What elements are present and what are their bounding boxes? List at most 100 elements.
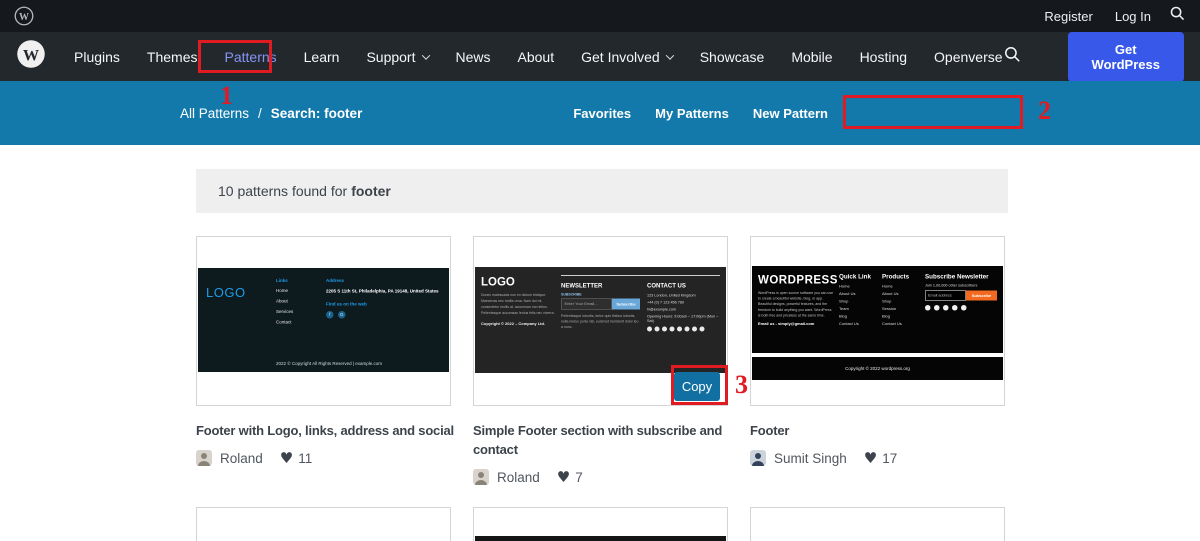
wordpress-logo-icon[interactable]: W <box>14 6 34 26</box>
preview-contact-line: 123 London, United Kingdom <box>647 293 720 298</box>
preview-contact-heading: CONTACT US <box>647 282 720 289</box>
copy-button[interactable]: Copy <box>674 372 720 401</box>
youtube-icon <box>677 327 682 332</box>
nav-item-get-involved[interactable]: Get Involved <box>581 49 673 65</box>
breadcrumb-separator: / <box>258 106 262 121</box>
preview-email-input: Email address <box>925 291 966 301</box>
chevron-down-icon <box>665 51 673 59</box>
register-link[interactable]: Register <box>1044 9 1092 24</box>
linkedin-icon <box>685 327 690 332</box>
nav-item-hosting[interactable]: Hosting <box>860 49 907 65</box>
nav-search-icon[interactable] <box>1003 45 1068 69</box>
nav-item-showcase[interactable]: Showcase <box>700 49 765 65</box>
preview-address-heading: Address <box>326 278 441 283</box>
pattern-title[interactable]: Footer <box>750 421 1005 440</box>
twitter-icon <box>934 305 940 311</box>
nav-item-mobile[interactable]: Mobile <box>791 49 832 65</box>
preview-copyright: 2022 © Copyright All Rights Reserved | e… <box>276 361 382 366</box>
results-count-text: 10 patterns found for <box>218 183 347 199</box>
preview-contact-line: Opening Hours: 9:00am – 17:00pm (Mon – S… <box>647 314 720 323</box>
pattern-preview-5[interactable] <box>473 507 728 541</box>
author-name[interactable]: Roland <box>497 470 540 485</box>
facebook-icon: f <box>326 311 334 319</box>
preview-link: About <box>276 299 326 304</box>
preview-subscribe-label: SUBSCRIBE <box>561 293 640 297</box>
results-search-term: footer <box>351 183 391 199</box>
favorites-link[interactable]: Favorites <box>573 106 631 121</box>
wordpress-logo-icon[interactable]: W <box>16 39 74 74</box>
preview-logo: WORDPRESS <box>758 273 834 287</box>
nav-item-themes[interactable]: Themes <box>147 49 198 65</box>
nav-item-plugins[interactable]: Plugins <box>74 49 120 65</box>
svg-text:W: W <box>19 12 29 23</box>
preview-link: Contact Us <box>882 322 920 327</box>
author-name[interactable]: Roland <box>220 451 263 466</box>
preview-subscribe-button: Subscribe <box>966 291 997 301</box>
heart-icon: ♥ <box>557 468 570 486</box>
instagram-icon <box>670 327 675 332</box>
breadcrumb-all-patterns[interactable]: All Patterns <box>180 106 249 121</box>
preview-link: About Us <box>839 292 877 297</box>
nav-item-openverse[interactable]: Openverse <box>934 49 1002 65</box>
author-avatar[interactable] <box>196 450 212 466</box>
pattern-title[interactable]: Footer with Logo, links, address and soc… <box>196 421 451 440</box>
like-count: 11 <box>298 451 312 466</box>
preview-link: Contact Us <box>839 322 877 327</box>
heart-icon: ♥ <box>280 449 293 467</box>
heart-icon: ♥ <box>864 449 877 467</box>
preview-link: Blog <box>839 314 877 319</box>
like-count: 7 <box>575 470 583 485</box>
preview-newsletter-heading: Subscribe Newsletter <box>925 273 997 280</box>
social-icons-row <box>925 305 997 311</box>
pattern-preview-6[interactable] <box>750 507 1005 541</box>
preview-link: Home <box>839 284 877 289</box>
chevron-down-icon <box>421 51 429 59</box>
pattern-preview-3[interactable]: WORDPRESS WordPress is open source softw… <box>750 236 1005 406</box>
preview-newsletter-heading: NEWSLETTER <box>561 282 640 289</box>
preview-link: Home <box>276 288 326 293</box>
my-patterns-link[interactable]: My Patterns <box>655 106 729 121</box>
preview-copyright: Copyright © 2022 – Company Ltd. <box>481 321 555 326</box>
pattern-card-2: LOGO Donec malesuada non ex dictum trist… <box>473 236 728 507</box>
admin-search-icon[interactable] <box>1151 5 1186 27</box>
patterns-sub-header: All Patterns / Search: footer Favorites … <box>0 81 1200 145</box>
preview-link: Session <box>882 307 920 312</box>
preview-subscribers-text: Join 1,00,000 other subscribers <box>925 283 997 288</box>
nav-item-patterns[interactable]: Patterns <box>225 49 277 65</box>
preview-address: 2205 S 11th St, Philadelphia, PA 19148, … <box>326 288 441 295</box>
pattern-title[interactable]: Simple Footer section with subscribe and… <box>473 421 728 459</box>
results-count-bar: 10 patterns found for footer <box>196 169 1008 213</box>
login-link[interactable]: Log In <box>1115 9 1151 24</box>
nav-item-about[interactable]: About <box>518 49 555 65</box>
pattern-card-1: LOGO Links Home About Services Contact A… <box>196 236 451 507</box>
preview-logo: LOGO <box>206 285 276 362</box>
author-avatar[interactable] <box>473 469 489 485</box>
preview-link: Shop <box>839 299 877 304</box>
preview-copyright: Copyright © 2022 wordpress.org <box>752 357 1003 380</box>
nav-item-learn[interactable]: Learn <box>304 49 340 65</box>
nav-item-news[interactable]: News <box>456 49 491 65</box>
preview-link: Services <box>276 309 326 314</box>
author-avatar[interactable] <box>750 450 766 466</box>
preview-quick-link-heading: Quick Link <box>839 273 877 280</box>
preview-link: About Us <box>882 292 920 297</box>
preview-subscribe-button: Subscribe <box>612 299 640 310</box>
admin-bar: W Register Log In <box>0 0 1200 32</box>
twitter-icon <box>662 327 667 332</box>
pattern-card-3: WORDPRESS WordPress is open source softw… <box>750 236 1005 507</box>
nav-item-support[interactable]: Support <box>366 49 428 65</box>
get-wordpress-button[interactable]: Get WordPress <box>1068 32 1184 82</box>
pattern-preview-4[interactable] <box>196 507 451 541</box>
pattern-preview-2[interactable]: LOGO Donec malesuada non ex dictum trist… <box>473 236 728 406</box>
svg-text:W: W <box>23 46 39 64</box>
linkedin-icon <box>952 305 958 311</box>
breadcrumb-current: Search: footer <box>271 106 363 121</box>
new-pattern-link[interactable]: New Pattern <box>753 106 828 121</box>
preview-links-heading: Links <box>276 278 326 283</box>
facebook-icon <box>925 305 931 311</box>
pattern-preview-1[interactable]: LOGO Links Home About Services Contact A… <box>196 236 451 406</box>
preview-contact-line: +44 (0) 7 123 456 789 <box>647 300 720 305</box>
author-name[interactable]: Sumit Singh <box>774 451 847 466</box>
preview-about-text: WordPress is open source software you ca… <box>758 291 834 319</box>
preview-link: Team <box>839 307 877 312</box>
